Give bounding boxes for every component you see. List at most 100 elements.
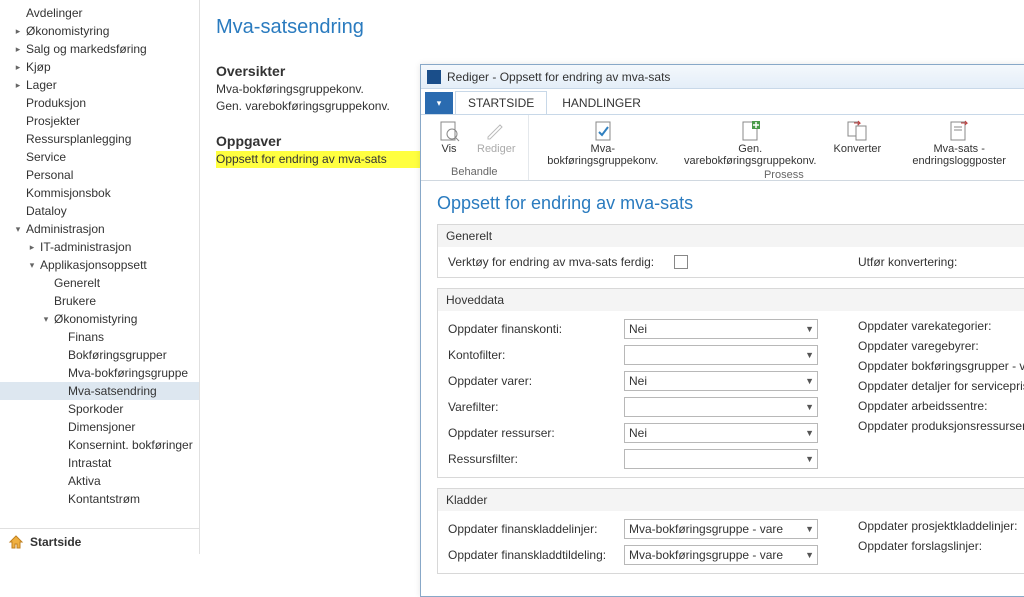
spacer-icon bbox=[54, 493, 66, 505]
nav-item-label: Salg og markedsføring bbox=[26, 40, 147, 58]
edit-icon bbox=[484, 119, 508, 143]
nav-item-konsernint-bokføringer[interactable]: Konsernint. bokføringer bbox=[0, 436, 199, 454]
chevron-down-icon: ▼ bbox=[805, 524, 814, 534]
fasttab-kladder[interactable]: Kladder bbox=[438, 489, 1024, 511]
nav-item-aktiva[interactable]: Aktiva bbox=[0, 472, 199, 490]
combo-oppdater-finanskladdelinjer[interactable]: Mva-bokføringsgruppe - vare▼ bbox=[624, 519, 818, 539]
ribbon-gen-varebokf[interactable]: Gen. varebokføringsgruppekonv. bbox=[673, 117, 827, 169]
editor-titlebar: Rediger - Oppsett for endring av mva-sat… bbox=[421, 65, 1024, 89]
link-mva-bokf[interactable]: Mva-bokføringsgruppekonv. bbox=[216, 81, 420, 98]
nav-home[interactable]: Startside bbox=[0, 528, 199, 554]
nav-item-avdelinger[interactable]: Avdelinger bbox=[0, 4, 199, 22]
nav-item-label: Brukere bbox=[54, 292, 96, 310]
label-oppdater-finanskladdtildeling: Oppdater finanskladdtildeling: bbox=[448, 548, 618, 562]
label-oppdater-arbeidssentre: Oppdater arbeidssentre: bbox=[858, 399, 987, 413]
chevron-down-icon: ▾ bbox=[12, 223, 24, 235]
nav-item-salg-og-markedsføring[interactable]: ▸Salg og markedsføring bbox=[0, 40, 199, 58]
chevron-down-icon: ▼ bbox=[805, 454, 814, 464]
ribbon-rediger[interactable]: Rediger bbox=[473, 117, 520, 157]
nav-home-label: Startside bbox=[30, 535, 81, 549]
spacer-icon bbox=[54, 439, 66, 451]
nav-tree: Avdelinger▸Økonomistyring▸Salg og marked… bbox=[0, 0, 200, 554]
ribbon-vis[interactable]: Vis bbox=[429, 117, 469, 157]
nav-item-label: Sporkoder bbox=[68, 400, 123, 418]
combo-varefilter[interactable]: ▼ bbox=[624, 397, 818, 417]
editor-title-text: Rediger - Oppsett for endring av mva-sat… bbox=[447, 70, 670, 84]
link-oppsett-endring[interactable]: Oppsett for endring av mva-sats bbox=[216, 151, 420, 168]
spacer-icon bbox=[54, 475, 66, 487]
nav-item-kommisjonsbok[interactable]: Kommisjonsbok bbox=[0, 184, 199, 202]
form-title: Oppsett for endring av mva-sats bbox=[437, 193, 1024, 214]
fasttab-hoveddata[interactable]: Hoveddata bbox=[438, 289, 1024, 311]
nav-item-intrastat[interactable]: Intrastat bbox=[0, 454, 199, 472]
spacer-icon bbox=[12, 151, 24, 163]
nav-item-kontantstrøm[interactable]: Kontantstrøm bbox=[0, 490, 199, 508]
section-oversikter: Oversikter bbox=[216, 63, 420, 79]
nav-item-label: Finans bbox=[68, 328, 104, 346]
spacer-icon bbox=[54, 457, 66, 469]
nav-item-generelt[interactable]: Generelt bbox=[0, 274, 199, 292]
nav-item-label: Bokføringsgrupper bbox=[68, 346, 167, 364]
checkbox-verktoy-ferdig[interactable] bbox=[674, 255, 688, 269]
combo-oppdater-ressurser[interactable]: Nei▼ bbox=[624, 423, 818, 443]
nav-item-label: Mva-bokføringsgruppe bbox=[68, 364, 188, 382]
nav-item-administrasjon[interactable]: ▾Administrasjon bbox=[0, 220, 199, 238]
combo-kontofilter[interactable]: ▼ bbox=[624, 345, 818, 365]
nav-item-label: Applikasjonsoppsett bbox=[40, 256, 147, 274]
link-gen-varebokf[interactable]: Gen. varebokføringsgruppekonv. bbox=[216, 98, 420, 115]
spacer-icon bbox=[12, 7, 24, 19]
nav-item-it-administrasjon[interactable]: ▸IT-administrasjon bbox=[0, 238, 199, 256]
chevron-right-icon: ▸ bbox=[12, 79, 24, 91]
nav-item-label: Kontantstrøm bbox=[68, 490, 140, 508]
label-oppdater-varegebyrer: Oppdater varegebyrer: bbox=[858, 339, 979, 353]
nav-item-ressursplanlegging[interactable]: Ressursplanlegging bbox=[0, 130, 199, 148]
nav-item-mva-satsendring[interactable]: Mva-satsendring bbox=[0, 382, 199, 400]
spacer-icon bbox=[54, 421, 66, 433]
ribbon-konverter[interactable]: Konverter bbox=[831, 117, 883, 157]
nav-item-sporkoder[interactable]: Sporkoder bbox=[0, 400, 199, 418]
chevron-right-icon: ▸ bbox=[12, 25, 24, 37]
chevron-right-icon: ▸ bbox=[12, 61, 24, 73]
nav-item-label: Personal bbox=[26, 166, 73, 184]
nav-item-bokføringsgrupper[interactable]: Bokføringsgrupper bbox=[0, 346, 199, 364]
ribbon: Vis Rediger Behandle Mva-bokføringsgrupp… bbox=[421, 115, 1024, 181]
nav-item-brukere[interactable]: Brukere bbox=[0, 292, 199, 310]
nav-item-finans[interactable]: Finans bbox=[0, 328, 199, 346]
nav-item-kjøp[interactable]: ▸Kjøp bbox=[0, 58, 199, 76]
label-oppdater-varekategorier: Oppdater varekategorier: bbox=[858, 319, 991, 333]
label-oppdater-finanskladdelinjer: Oppdater finanskladdelinjer: bbox=[448, 522, 618, 536]
nav-item-lager[interactable]: ▸Lager bbox=[0, 76, 199, 94]
nav-item-dataloy[interactable]: Dataloy bbox=[0, 202, 199, 220]
nav-item-prosjekter[interactable]: Prosjekter bbox=[0, 112, 199, 130]
chevron-right-icon: ▸ bbox=[12, 43, 24, 55]
spacer-icon bbox=[12, 205, 24, 217]
nav-item-applikasjonsoppsett[interactable]: ▾Applikasjonsoppsett bbox=[0, 256, 199, 274]
nav-item-label: Administrasjon bbox=[26, 220, 105, 238]
nav-item-dimensjoner[interactable]: Dimensjoner bbox=[0, 418, 199, 436]
nav-item-økonomistyring[interactable]: ▸Økonomistyring bbox=[0, 22, 199, 40]
nav-item-personal[interactable]: Personal bbox=[0, 166, 199, 184]
tab-startside[interactable]: STARTSIDE bbox=[455, 91, 547, 114]
spacer-icon bbox=[12, 97, 24, 109]
nav-item-service[interactable]: Service bbox=[0, 148, 199, 166]
label-oppdater-produksjonsressurser: Oppdater produksjonsressurser: bbox=[858, 419, 1024, 433]
tab-handlinger[interactable]: HANDLINGER bbox=[549, 91, 654, 114]
chevron-down-icon: ▼ bbox=[805, 428, 814, 438]
combo-oppdater-varer[interactable]: Nei▼ bbox=[624, 371, 818, 391]
log-icon bbox=[947, 119, 971, 143]
spacer-icon bbox=[12, 187, 24, 199]
spacer-icon bbox=[54, 349, 66, 361]
fasttab-generelt[interactable]: Generelt bbox=[438, 225, 1024, 247]
combo-oppdater-finanskonti[interactable]: Nei▼ bbox=[624, 319, 818, 339]
ribbon-mva-bokf[interactable]: Mva-bokføringsgruppekonv. bbox=[537, 117, 669, 169]
nav-item-økonomistyring[interactable]: ▾Økonomistyring bbox=[0, 310, 199, 328]
file-menu-button[interactable]: ▾ bbox=[425, 92, 453, 114]
ribbon-endringslogg[interactable]: Mva-sats - endringsloggposter bbox=[887, 117, 1024, 169]
combo-ressursfilter[interactable]: ▼ bbox=[624, 449, 818, 469]
nav-item-mva-bokføringsgruppe[interactable]: Mva-bokføringsgruppe bbox=[0, 364, 199, 382]
spacer-icon bbox=[12, 115, 24, 127]
combo-oppdater-finanskladdtildeling[interactable]: Mva-bokføringsgruppe - vare▼ bbox=[624, 545, 818, 565]
ribbon-group-behandle: Behandle bbox=[429, 166, 520, 180]
nav-item-produksjon[interactable]: Produksjon bbox=[0, 94, 199, 112]
nav-item-label: Dataloy bbox=[26, 202, 67, 220]
